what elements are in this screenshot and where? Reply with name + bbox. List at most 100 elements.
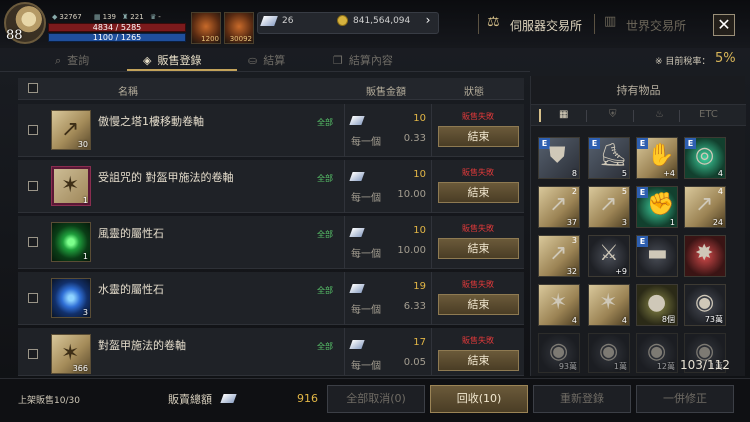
stat-ac: ♜ 221 — [122, 13, 144, 21]
crystal-amount: 26 — [282, 16, 294, 26]
status-badge: 販售失敗 — [462, 112, 494, 121]
cursed-scroll-icon[interactable]: ✶ 1 — [51, 166, 91, 206]
price-value: 10 — [413, 225, 426, 236]
reregister-button[interactable]: 重新登錄 — [533, 385, 631, 413]
tab-label: 結算內容 — [348, 54, 393, 67]
water-stone-icon[interactable]: 3 — [51, 278, 91, 318]
slot-qty: +4 — [663, 169, 675, 178]
scope-label: 全部 — [317, 118, 333, 127]
tab-world-exchange[interactable]: 世界交易所 — [626, 17, 686, 34]
total-sales-label: 販賣總額 — [168, 393, 212, 406]
tab-sell-register[interactable]: ◈ 販售登錄 — [143, 52, 201, 68]
end-button[interactable]: 結束 — [438, 238, 519, 259]
stat-value: 139 — [102, 13, 116, 21]
row-checkbox[interactable] — [28, 181, 38, 191]
coins-icon: ⛀ — [248, 54, 258, 67]
tab-settle-detail[interactable]: ❐ 結算內容 — [333, 52, 393, 68]
slot-qty: 4 — [717, 169, 723, 178]
cancel-all-button[interactable]: 全部取消(0) — [327, 385, 425, 413]
inventory-slot[interactable]: ✸ — [684, 235, 726, 277]
inventory-slot[interactable]: E ◎ 4 — [684, 137, 726, 179]
tab-settle[interactable]: ⛀ 結算 — [248, 52, 285, 68]
inventory-slot[interactable]: E ✋ +4 — [636, 137, 678, 179]
gold-amount: 841,564,094 — [353, 16, 411, 26]
inventory-filter-bar: ▦ ⛨ ♨ ETC — [531, 104, 746, 126]
table-row: 1 風靈的屬性石 全部 10 每一個 10.00 販售失敗 結束 — [18, 216, 524, 269]
close-button[interactable]: ✕ — [713, 14, 735, 36]
slot-count: 2 — [571, 187, 577, 196]
grid-icon[interactable]: ▦ — [559, 109, 568, 120]
scroll-icon: ↗ — [695, 192, 714, 217]
inventory-slot[interactable]: 5 ↗ 3 — [588, 186, 630, 228]
tab-search[interactable]: ⌕ 查詢 — [55, 52, 89, 68]
player-level: 88 — [6, 28, 23, 43]
row-checkbox[interactable] — [28, 349, 38, 359]
row-checkbox[interactable] — [28, 293, 38, 303]
inventory-slot[interactable]: ✶ 4 — [588, 284, 630, 326]
inventory-slot[interactable]: ◉ 12萬 — [636, 333, 678, 373]
hp-bar: 4834 / 5285 — [48, 23, 186, 32]
wind-stone-icon[interactable]: 1 — [51, 222, 91, 262]
scroll-icon: ↗ — [549, 192, 568, 217]
divider — [633, 110, 634, 122]
scroll-icon[interactable]: ↗ 30 — [51, 110, 91, 150]
column-name: 名稱 — [118, 87, 138, 98]
end-button[interactable]: 結束 — [438, 126, 519, 147]
end-button[interactable]: 結束 — [438, 182, 519, 203]
glove-icon: ✋ — [647, 143, 675, 168]
end-button[interactable]: 結束 — [438, 350, 519, 371]
select-all-checkbox[interactable] — [28, 83, 38, 93]
inventory-slot[interactable]: 3 ↗ 32 — [538, 235, 580, 277]
item-qty: 3 — [82, 308, 88, 317]
filter-etc[interactable]: ETC — [699, 109, 718, 120]
gauntlet-icon: ✊ — [647, 192, 675, 217]
exchange-window: 88 ◆ 32767 ▦ 139 ♜ 221 ♛ - 4834 / 5285 1100 … — [0, 0, 750, 422]
inventory-slot[interactable]: ● 8個 — [636, 284, 678, 326]
item-name: 受詛咒的 對盔甲施法的卷軸 — [98, 171, 234, 184]
scroll-icon: ✶ — [549, 290, 568, 315]
inventory-slot[interactable]: ✶ 4 — [538, 284, 580, 326]
tab-bar: ⌕ 查詢 ◈ 販售登錄 ⛀ 結算 ❐ 結算內容 — [0, 48, 530, 72]
scroll-icon[interactable]: ✶ 366 — [51, 334, 91, 374]
inventory-slot[interactable]: 2 ↗ 37 — [538, 186, 580, 228]
inventory-slot[interactable]: ◉ 73萬 — [684, 284, 726, 326]
inventory-slot[interactable]: E ⛸ 5 — [588, 137, 630, 179]
potion-slot-1[interactable]: 1200 — [191, 12, 221, 44]
table-header: 名稱 販售金額 狀態 — [18, 78, 524, 100]
inventory-slot[interactable]: E ✊ 1 — [636, 186, 678, 228]
inventory-slot[interactable]: ◉ 1萬 — [588, 333, 630, 373]
scale-icon: ⚖ — [487, 14, 500, 30]
slot-count: 3 — [571, 236, 577, 245]
shield-icon[interactable]: ⛨ — [609, 109, 617, 120]
inventory-slot[interactable]: 4 ↗ 24 — [684, 186, 726, 228]
inventory-slot[interactable]: E ▬ — [636, 235, 678, 277]
tax-rate-label: ※ 目前稅率： — [655, 57, 711, 67]
search-icon: ⌕ — [55, 54, 62, 67]
tab-server-exchange[interactable]: 伺服器交易所 — [510, 17, 582, 34]
status-badge: 販售失敗 — [462, 336, 494, 345]
potion-count: 30092 — [229, 35, 252, 43]
item-qty: 1 — [82, 196, 88, 205]
slot-qty: +9 — [615, 267, 627, 276]
item-name: 對盔甲施法的卷軸 — [98, 339, 186, 352]
row-checkbox[interactable] — [28, 125, 38, 135]
potion-icon[interactable]: ♨ — [655, 109, 664, 120]
inventory-slot[interactable]: E ⛊ 8 — [538, 137, 580, 179]
end-button[interactable]: 結束 — [438, 294, 519, 315]
row-checkbox[interactable] — [28, 237, 38, 247]
inventory-slot[interactable]: ◉ 93萬 — [538, 333, 580, 373]
tab-label: 販售登錄 — [157, 54, 202, 67]
item-name: 水靈的屬性石 — [98, 283, 164, 296]
recall-button[interactable]: 回收(10) — [430, 385, 528, 413]
chevron-right-icon[interactable]: › — [419, 13, 437, 31]
inventory-slot[interactable]: ⚔ +9 — [588, 235, 630, 277]
top-status-bar: 88 ◆ 32767 ▦ 139 ♜ 221 ♛ - 4834 / 5285 1100 … — [0, 0, 750, 48]
scroll-icon: ✶ — [599, 290, 618, 315]
slot-count: 4 — [717, 187, 723, 196]
item-qty: 30 — [77, 140, 88, 149]
scope-label: 全部 — [317, 230, 333, 239]
item-name: 傲慢之塔1樓移動卷軸 — [98, 115, 204, 128]
potion-slot-2[interactable]: 30092 — [224, 12, 254, 44]
crystal-icon — [220, 394, 237, 403]
modify-all-button[interactable]: 一併修正 — [636, 385, 734, 413]
